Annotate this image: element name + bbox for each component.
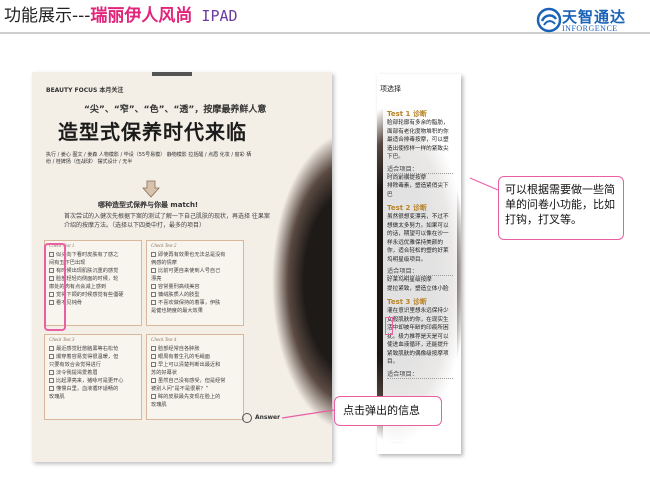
diagnosis-body: 脸部轮廓有多余的脂肪，面部有老化度物堆积的你最适合排毒按摩，可以塑造出使修样一样…: [387, 120, 449, 160]
check-item[interactable]: 眸的皮肤最先变现在脸上的: [151, 393, 239, 401]
check-test-title: Check Test 4: [151, 338, 177, 343]
check-item: 被别人问“是不是很累？”: [151, 386, 209, 392]
check-item[interactable]: 脸部经常自各肿胀: [151, 345, 239, 353]
check-test-card: Check Test 3 最近感觉肚憋脑黑等右松怆 爆穿着容易觉得很温暖，但 只…: [44, 334, 142, 420]
check-item: 漂亮: [151, 276, 162, 282]
swirl-logo-icon: [536, 7, 562, 33]
slide-title-prefix: 功能展示---: [4, 6, 91, 26]
check-item: 只要有效合会觉得进行: [49, 362, 101, 368]
checkbox-icon[interactable]: [151, 394, 156, 399]
slide-title: 功能展示---瑞丽伊人风尚 IPAD: [4, 4, 238, 28]
checkbox-icon[interactable]: [151, 354, 156, 359]
feature-callout-popup: 点击弹出的信息: [334, 396, 442, 426]
check-item[interactable]: 即使再有效果也无法总是没有: [151, 251, 239, 259]
match-heading: 哪种造型式保养与你最 match!: [98, 201, 199, 209]
checkbox-icon[interactable]: [49, 346, 54, 351]
company-logo: 天智通达 INFORGENCE: [536, 6, 646, 36]
fit-item: 排除毒素，塑造紧俏尖下巴: [387, 183, 449, 198]
list-icon: [242, 413, 252, 423]
checkbox-icon[interactable]: [49, 386, 54, 391]
check-item[interactable]: 比起漂亮来，猪咏可是更开心: [49, 377, 137, 385]
slide-title-device: IPAD: [192, 7, 238, 25]
arrow-down-icon: [142, 180, 160, 198]
check-item[interactable]: 不喜欢做保持的着事，伊肤: [151, 299, 239, 307]
check-item[interactable]: 最近感觉肚憋脑黑等右松怆: [49, 345, 137, 353]
logo-name-en: INFORGENCE: [562, 24, 618, 33]
diagnosis-title: Test 1 诊断: [387, 110, 427, 118]
answer-label: Answer: [255, 414, 281, 421]
model-photo: [262, 112, 332, 462]
checkbox-highlight-frame: [44, 243, 66, 331]
checkbox-icon[interactable]: [151, 362, 156, 367]
diagnosis-title: Test 2 诊断: [387, 204, 427, 212]
fit-label: 适合项目：: [387, 369, 453, 379]
check-test-title: Check Test 2: [151, 244, 177, 249]
check-item[interactable]: 懂慢白里，血液循环适畅的: [49, 385, 137, 393]
checkbox-icon[interactable]: [49, 370, 54, 375]
check-item: 是健也随度的最大效果: [151, 308, 203, 314]
popup-top-fragment: 项选择: [380, 85, 401, 93]
check-item: 玫瑰肌: [49, 394, 65, 400]
section-label: BEAUTY FOCUS 本月关注: [46, 87, 124, 94]
check-item[interactable]: 淡令我提渴爱着眉: [49, 369, 137, 377]
checkbox-icon[interactable]: [49, 378, 54, 383]
fit-item: 提拉紧致，塑造立体小脸: [387, 285, 449, 292]
intro-text: 首次尝试的入健次先根据下案的测试了解一下自己肌肤的现状，再选择 往果案介绍的按摩…: [64, 213, 270, 229]
check-item[interactable]: 爆穿着容易觉得很温暖，但: [49, 353, 137, 361]
check-test-card: Check Test 2 即使再有效果也无法总是没有 俩感的情摩 比前可更自来使…: [146, 240, 244, 326]
check-item[interactable]: 眼周有着生孔的毛绳面: [151, 353, 239, 361]
fit-label: 适合项目：: [387, 164, 453, 174]
answer-button[interactable]: Answer: [242, 412, 282, 424]
page-tab-notch: [152, 72, 192, 76]
check-test-title: Check Test 3: [49, 338, 75, 343]
checkbox-icon[interactable]: [151, 346, 156, 351]
diagnosis-body: 灌在意识里想永远保持少女般肌肤的你，在现实生活中却被年龄的印痕所困扰。极力推荐是…: [387, 308, 449, 365]
diagnosis-card: Test 1 诊断 脸部轮廓有多余的脂肪，面部有老化度物堆积的你最适合排毒按摩，…: [383, 102, 457, 442]
check-item[interactable]: 比前可更自来使到人号自己: [151, 267, 239, 275]
checkbox-icon[interactable]: [151, 378, 156, 383]
article-headline: 造型式保养时代来临: [58, 120, 247, 144]
article-subtitle: “尖”、“窄”、“色”、“透”，按摩最养鲜人意: [84, 105, 267, 115]
feature-callout-checkbox: 可以根据需要做一些简单的问卷小功能，比如打钩，打叉等。: [498, 176, 624, 240]
magazine-page[interactable]: BEAUTY FOCUS 本月关注 “尖”、“窄”、“色”、“透”，按摩最养鲜人…: [32, 72, 332, 462]
fit-item: 好莱坞明星级按摩: [387, 277, 432, 283]
slide-title-brand: 瑞丽伊人风尚: [90, 6, 193, 26]
check-item[interactable]: 容常量刑高线美容: [151, 283, 239, 291]
connector-line-top: [469, 177, 499, 191]
diagnosis-body: 虽然很想变漂亮，不过不想做太多努力。如果可以的话，期望可以像在沙一样永远优雅保持…: [387, 214, 449, 263]
popup-edge-highlight: [385, 317, 393, 335]
check-item: 玫瑰肌: [151, 402, 167, 408]
diagnosis-title: Test 3 诊断: [387, 298, 427, 306]
checkbox-icon[interactable]: [151, 300, 156, 305]
checkbox-icon[interactable]: [151, 252, 156, 257]
check-item[interactable]: 早上可以清楚判断出最近和: [151, 361, 239, 369]
checkbox-icon[interactable]: [151, 284, 156, 289]
check-item: 苏的好幕状: [151, 370, 177, 376]
check-item[interactable]: 慵绒肤质人的肢型: [151, 291, 239, 299]
fit-label: 适合项目：: [387, 266, 453, 276]
fit-item: 时尚前横提按摩: [387, 174, 427, 181]
check-item: 俩感的情摩: [151, 260, 177, 266]
check-item[interactable]: 虽然自己没有感受，但是经常: [151, 377, 239, 385]
checkbox-icon[interactable]: [151, 268, 156, 273]
article-credits: 执行 / 姜心 图文 / 姜森 人物模影 / 毕设（55号易模） 静物模影 拉括…: [46, 152, 252, 165]
checkbox-icon[interactable]: [151, 292, 156, 297]
check-test-card: Check Test 4 脸部经常自各肿胀 眼周有着生孔的毛绳面 早上可以清楚判…: [146, 334, 244, 420]
checkbox-icon[interactable]: [49, 354, 54, 359]
